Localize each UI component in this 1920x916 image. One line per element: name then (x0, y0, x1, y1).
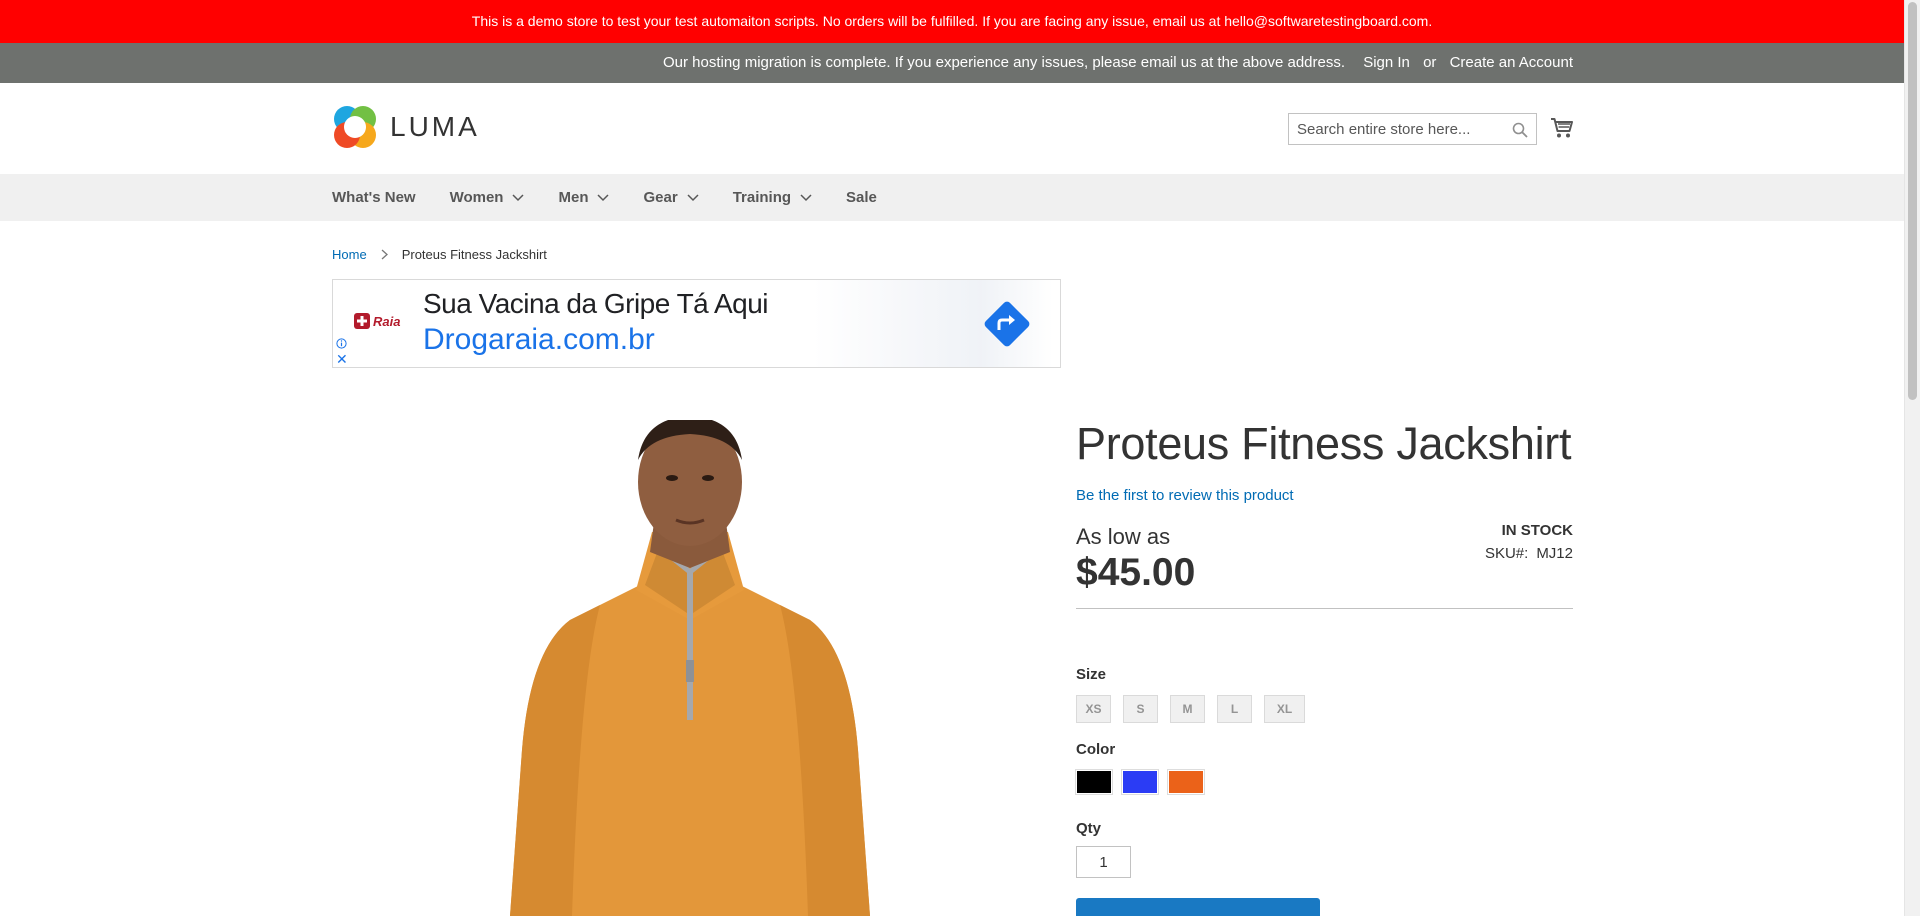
review-link[interactable]: Be the first to review this product (1076, 487, 1294, 504)
ad-arrow-icon[interactable] (983, 300, 1031, 348)
chevron-down-icon (687, 193, 699, 201)
panel-header: Our hosting migration is complete. If yo… (0, 43, 1904, 83)
chevron-down-icon (512, 193, 525, 201)
nav-item-training[interactable]: Training (733, 189, 812, 206)
color-label: Color (1076, 741, 1116, 758)
nav-item-gear[interactable]: Gear (643, 189, 699, 206)
nav-item-label: Sale (846, 189, 877, 206)
nav-item-whats-new[interactable]: What's New (332, 189, 416, 206)
nav-item-label: Men (558, 189, 589, 206)
search-box (1288, 113, 1537, 145)
nav-item-label: Women (449, 189, 504, 206)
demo-notice-bar: This is a demo store to test your test a… (0, 0, 1904, 43)
scrollbar-thumb[interactable] (1908, 2, 1917, 400)
ad-banner[interactable]: Raia Sua Vacina da Gripe Tá Aqui Drogara… (332, 279, 1061, 368)
cart-icon[interactable] (1550, 117, 1574, 144)
breadcrumb-current: Proteus Fitness Jackshirt (401, 247, 547, 262)
sku-info: SKU#: MJ12 (1485, 545, 1573, 562)
as-low-as-label: As low as (1076, 524, 1171, 549)
color-swatch-black[interactable] (1075, 769, 1113, 795)
size-option-s[interactable]: S (1123, 695, 1158, 723)
nav-item-label: What's New (332, 189, 416, 206)
search-icon[interactable] (1512, 122, 1528, 143)
scrollbar[interactable] (1904, 0, 1920, 916)
add-to-cart-button[interactable] (1076, 898, 1320, 916)
ad-close-icon[interactable]: ✕ (336, 352, 348, 366)
luma-logo[interactable]: LUMA (332, 104, 480, 150)
ad-headline[interactable]: Sua Vacina da Gripe Tá Aqui (423, 288, 769, 320)
ad-brand-text: Raia (373, 313, 401, 329)
create-account-link[interactable]: Create an Account (1450, 54, 1573, 71)
size-option-xs[interactable]: XS (1076, 695, 1111, 723)
luma-logo-icon (334, 106, 376, 148)
chevron-down-icon (597, 193, 610, 201)
size-options: XS S M L XL (1076, 695, 1317, 723)
main-navigation: What's New Women Men Gear Training Sale (0, 174, 1904, 221)
page: This is a demo store to test your test a… (0, 0, 1904, 916)
qty-input[interactable] (1076, 846, 1131, 878)
chevron-down-icon (800, 193, 812, 201)
jackshirt-photo (510, 416, 870, 916)
product-price: $45.00 (1076, 551, 1196, 594)
breadcrumb-home-link[interactable]: Home (332, 247, 367, 262)
product-title: Proteus Fitness Jackshirt (1076, 418, 1572, 469)
raia-logo-icon (354, 313, 370, 329)
chevron-right-icon (381, 249, 388, 260)
ad-url[interactable]: Drogaraia.com.br (423, 323, 655, 357)
sign-in-link[interactable]: Sign In (1363, 54, 1410, 71)
nav-item-women[interactable]: Women (450, 189, 525, 206)
qty-label: Qty (1076, 820, 1102, 837)
divider (1076, 608, 1573, 609)
or-text: or (1423, 54, 1437, 71)
size-option-m[interactable]: M (1170, 695, 1205, 723)
migration-notice: Our hosting migration is complete. If yo… (662, 54, 1346, 71)
color-options (1075, 769, 1214, 795)
nav-item-men[interactable]: Men (558, 189, 610, 206)
sku-value: MJ12 (1536, 545, 1573, 562)
ad-info-icon[interactable] (336, 338, 347, 349)
search-input[interactable] (1289, 114, 1507, 144)
size-option-xl[interactable]: XL (1264, 695, 1305, 723)
product-image[interactable] (440, 416, 940, 916)
nav-item-label: Gear (643, 189, 678, 206)
demo-notice-text: This is a demo store to test your test a… (471, 13, 1433, 29)
nav-item-label: Training (732, 189, 792, 206)
nav-item-sale[interactable]: Sale (846, 189, 877, 206)
stock-status: IN STOCK (1501, 522, 1573, 539)
ad-brand-logo: Raia (353, 312, 400, 330)
color-swatch-blue[interactable] (1121, 769, 1159, 795)
sku-label: SKU#: (1484, 545, 1529, 562)
breadcrumb: Home Proteus Fitness Jackshirt (332, 247, 547, 262)
color-swatch-orange[interactable] (1167, 769, 1205, 795)
size-option-l[interactable]: L (1217, 695, 1252, 723)
size-label: Size (1076, 666, 1107, 683)
logo-text: LUMA (390, 111, 480, 142)
